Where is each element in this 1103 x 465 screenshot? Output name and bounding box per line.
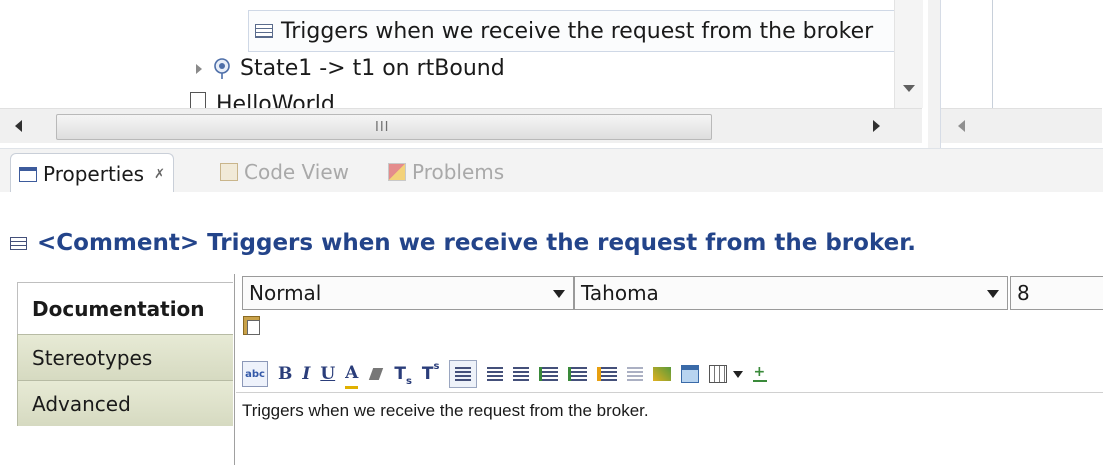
right-panel: [940, 0, 1103, 148]
documentation-text: Triggers when we receive the request fro…: [242, 401, 649, 420]
tree-item-comment-label: Triggers when we receive the request fro…: [281, 18, 874, 44]
bullet-list-icon: [568, 367, 588, 381]
side-tab-advanced[interactable]: Advanced: [17, 380, 233, 426]
underline-label: U: [320, 364, 336, 384]
chevron-down-icon: [733, 370, 744, 378]
scrollbar-grip: III: [375, 120, 390, 135]
paste-icon[interactable]: [242, 314, 260, 335]
side-tab-documentation-label: Documentation: [32, 296, 205, 321]
outdent-button[interactable]: [627, 361, 644, 387]
align-center-icon: [487, 367, 504, 381]
tab-problems[interactable]: Problems: [388, 155, 504, 189]
right-horizontal-scrollbar[interactable]: [941, 108, 1102, 143]
side-tab-stereotypes-label: Stereotypes: [32, 345, 153, 370]
font-select[interactable]: Tahoma: [574, 276, 1008, 310]
code-view-icon: [220, 163, 238, 181]
chevron-down-icon: [987, 290, 999, 298]
italic-button[interactable]: I: [302, 361, 310, 387]
scroll-down-arrow-icon[interactable]: [903, 85, 915, 92]
font-color-button[interactable]: A: [345, 360, 359, 389]
properties-header: <Comment> Triggers when we receive the r…: [0, 192, 1103, 274]
scroll-right-arrow-icon[interactable]: [868, 115, 884, 137]
formatting-toolbar: abc B I U A Ts Ts +: [242, 360, 777, 389]
style-select-value: Normal: [249, 281, 322, 305]
style-select[interactable]: Normal: [242, 276, 574, 310]
documentation-editor: Normal Tahoma 8 abc B I U A Ts Ts + Trig…: [236, 274, 1103, 465]
subscript-button[interactable]: Ts: [394, 361, 412, 387]
tree-item-comment[interactable]: Triggers when we receive the request fro…: [248, 10, 895, 52]
numbered-list-button[interactable]: [539, 361, 559, 387]
size-select-value: 8: [1017, 281, 1030, 305]
scroll-left-arrow-icon[interactable]: [10, 115, 26, 137]
image-icon: [681, 365, 700, 383]
bullet-list-button[interactable]: [568, 361, 588, 387]
comment-icon: [10, 236, 27, 250]
tab-properties[interactable]: Properties ✗: [10, 153, 174, 194]
align-center-button[interactable]: [487, 361, 504, 387]
bold-label: B: [278, 364, 293, 384]
side-tab-advanced-label: Advanced: [32, 391, 131, 416]
superscript-marker: s: [433, 361, 440, 372]
properties-icon: [19, 166, 37, 182]
right-scroll-left-arrow-icon[interactable]: [953, 115, 969, 137]
tab-code-view-label: Code View: [244, 160, 350, 184]
view-tab-bar: Properties ✗ Code View Problems: [0, 148, 1103, 194]
align-right-icon: [513, 367, 530, 381]
spell-check-label: abc: [245, 368, 265, 380]
indent-icon: [597, 367, 618, 381]
tree-item-transition-label: State1 -> t1 on rtBound: [240, 56, 505, 81]
documentation-content[interactable]: Triggers when we receive the request fro…: [236, 392, 1103, 465]
superscript-button[interactable]: Ts: [422, 361, 440, 387]
add-button[interactable]: +: [753, 361, 768, 387]
add-icon: +: [753, 365, 768, 382]
tab-properties-label: Properties: [43, 162, 145, 186]
element-text: Triggers when we receive the request fro…: [207, 230, 917, 256]
insert-image-button[interactable]: [681, 361, 700, 387]
chevron-down-icon: [553, 290, 565, 298]
problems-icon: [388, 163, 406, 181]
bold-button[interactable]: B: [278, 361, 292, 387]
indent-button[interactable]: [597, 361, 618, 387]
outdent-icon: [627, 367, 644, 381]
font-select-value: Tahoma: [581, 281, 659, 305]
size-select[interactable]: 8: [1010, 276, 1103, 310]
spell-check-icon[interactable]: abc: [242, 361, 268, 387]
panel-sash[interactable]: [928, 0, 940, 148]
close-icon[interactable]: ✗: [154, 167, 165, 182]
scrollbar-thumb[interactable]: III: [56, 114, 712, 140]
align-left-icon: [455, 367, 472, 381]
insert-link-button[interactable]: [653, 361, 672, 387]
tree-item-partial-label: HelloWorld: [216, 92, 335, 108]
side-tab-documentation[interactable]: Documentation: [17, 282, 233, 334]
underline-button[interactable]: U: [320, 361, 335, 387]
table-icon: [709, 365, 728, 383]
superscript-label: T: [421, 364, 434, 384]
element-kind: <Comment>: [37, 230, 200, 256]
font-color-label: A: [345, 362, 359, 383]
tree-item-transition[interactable]: State1 -> t1 on rtBound: [196, 56, 505, 81]
transition-icon: [214, 57, 230, 79]
align-left-button[interactable]: [449, 360, 478, 388]
italic-label: I: [302, 364, 311, 384]
subscript-marker: s: [405, 376, 412, 387]
model-tree: Triggers when we receive the request fro…: [0, 0, 928, 148]
insert-table-button[interactable]: [709, 361, 744, 387]
tab-code-view[interactable]: Code View: [220, 155, 349, 189]
properties-side-tabs: Documentation Stereotypes Advanced: [0, 274, 235, 465]
tree-item-partial[interactable]: HelloWorld: [190, 92, 335, 108]
align-right-button[interactable]: [513, 361, 530, 387]
comment-icon: [255, 24, 273, 38]
numbered-list-icon: [539, 367, 559, 381]
subscript-label: T: [394, 364, 406, 384]
tree-vertical-scrollbar[interactable]: [894, 0, 923, 108]
link-icon: [653, 367, 672, 381]
tree-horizontal-scrollbar[interactable]: III: [0, 108, 922, 143]
highlight-icon[interactable]: [368, 361, 384, 387]
properties-title: <Comment> Triggers when we receive the r…: [10, 230, 916, 256]
right-panel-divider: [992, 0, 993, 108]
side-tab-stereotypes[interactable]: Stereotypes: [17, 334, 233, 380]
expand-arrow-icon[interactable]: [196, 63, 202, 74]
file-icon: [190, 92, 206, 108]
tab-problems-label: Problems: [412, 160, 505, 184]
